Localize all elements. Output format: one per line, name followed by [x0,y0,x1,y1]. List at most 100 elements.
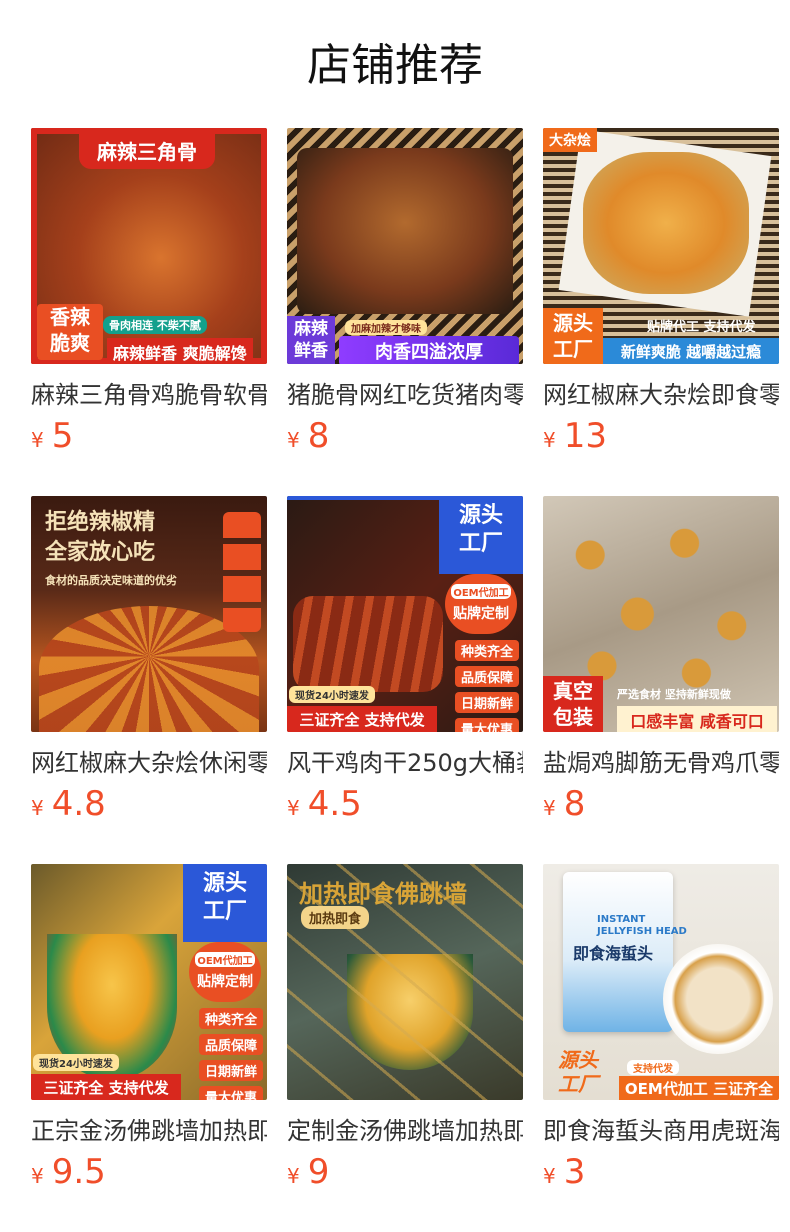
currency-symbol: ¥ [31,796,44,820]
page-title: 店铺推荐 [307,40,483,91]
overlay-sub2: 三证齐全 支持代发 [287,706,437,732]
feature-pill: 量大优惠 [199,1086,263,1100]
product-image[interactable]: 拒绝辣椒精 全家放心吃 食材的品质决定味道的优劣 [31,496,267,732]
oem-badge-top: OEM代加工 [195,952,255,967]
price-value: 3 [563,1152,586,1192]
product-price: ¥9 [287,1152,523,1198]
product-name[interactable]: 网红椒麻大杂烩即食零食 [543,380,779,410]
product-card[interactable]: INSTANT JELLYFISH HEAD 即食海蜇头 源头 工厂 支持代发 … [543,864,779,1232]
product-price: ¥13 [543,416,779,462]
feature-pill: 量大优惠 [455,718,519,732]
product-image[interactable]: 真空 包装 严选食材 坚持新鲜现做 口感丰富 咸香可口 [543,496,779,732]
overlay-sub1: 现货24小时速发 [33,1054,119,1071]
overlay-big-label: 源头 工厂 [543,308,603,364]
product-price: ¥8 [543,784,779,830]
product-price: ¥3 [543,1152,779,1198]
product-card[interactable]: 麻辣三角骨 香辣 脆爽 骨肉相连 不柴不腻 麻辣鲜香 爽脆解馋 麻辣三角骨鸡脆骨… [31,128,267,496]
price-value: 4.5 [307,784,362,824]
oem-badge-bottom: 贴牌定制 [453,606,509,622]
product-name[interactable]: 麻辣三角骨鸡脆骨软骨 [31,380,267,410]
overlay-sub2: 口感丰富 咸香可口 [617,706,777,732]
product-price: ¥5 [31,416,267,462]
overlay-big-label: 源头 工厂 [558,1048,598,1096]
product-card[interactable]: 真空 包装 严选食材 坚持新鲜现做 口感丰富 咸香可口 盐焗鸡脚筋无骨鸡爪零食 … [543,496,779,864]
product-price: ¥4.5 [287,784,523,830]
product-card[interactable]: 麻辣 鲜香 加麻加辣才够味 肉香四溢浓厚 猪脆骨网红吃货猪肉零食 ¥8 [287,128,523,496]
feature-pill: 日期新鲜 [455,692,519,713]
price-value: 8 [563,784,586,824]
overlay-sub1: 加热即食 [301,906,370,929]
product-card[interactable]: 源头 工厂 OEM代加工 贴牌定制 种类齐全 品质保障 日期新鲜 量大优惠 现货… [31,864,267,1232]
overlay-sub2: 新鲜爽脆 越嚼越过瘾 [603,338,779,364]
overlay-sub1: 骨肉相连 不柴不腻 [103,316,207,334]
product-price: ¥9.5 [31,1152,267,1198]
feature-pill: 品质保障 [199,1034,263,1055]
overlay-sub2: 三证齐全 支持代发 [31,1074,181,1100]
product-name[interactable]: 定制金汤佛跳墙加热即食 [287,1116,523,1146]
price-value: 5 [51,416,74,456]
currency-symbol: ¥ [31,1164,44,1188]
overlay-top-label: 拒绝辣椒精 全家放心吃 [45,510,156,565]
product-image[interactable]: 源头 工厂 OEM代加工 贴牌定制 种类齐全 品质保障 日期新鲜 量大优惠 现货… [31,864,267,1100]
feature-pills: 种类齐全 品质保障 日期新鲜 量大优惠 [199,1008,263,1100]
oem-badge-bottom: 贴牌定制 [197,974,253,990]
product-price: ¥8 [287,416,523,462]
oem-badge: OEM代加工 贴牌定制 [445,574,517,634]
product-image[interactable]: 大杂烩 源头 工厂 贴牌代工 支持代发 新鲜爽脆 越嚼越过瘾 [543,128,779,364]
price-value: 9 [307,1152,330,1192]
product-name[interactable]: 风干鸡肉干250g大桶装 [287,748,523,778]
overlay-top-label: 麻辣三角骨 [79,132,215,169]
overlay-top-label: 加热即食佛跳墙 [299,880,467,908]
overlay-sub1: 支持代发 [627,1060,679,1075]
product-card[interactable]: 拒绝辣椒精 全家放心吃 食材的品质决定味道的优劣 网红椒麻大杂烩休闲零食 ¥4.… [31,496,267,864]
badge-column [223,512,261,632]
currency-symbol: ¥ [543,428,556,452]
overlay-sub1: 现货24小时速发 [289,686,375,703]
product-image[interactable]: INSTANT JELLYFISH HEAD 即食海蜇头 源头 工厂 支持代发 … [543,864,779,1100]
currency-symbol: ¥ [543,1164,556,1188]
feature-pill: 品质保障 [455,666,519,687]
oem-badge-top: OEM代加工 [451,584,511,599]
product-name[interactable]: 盐焗鸡脚筋无骨鸡爪零食 [543,748,779,778]
product-name[interactable]: 猪脆骨网红吃货猪肉零食 [287,380,523,410]
overlay-sub1: 严选食材 坚持新鲜现做 [617,688,731,701]
currency-symbol: ¥ [287,1164,300,1188]
overlay-top-label: 源头 工厂 [183,864,267,942]
overlay-mid-label: 即食海蜇头 [573,944,654,963]
overlay-top-label: 源头 工厂 [439,496,523,574]
overlay-big-label: 真空 包装 [543,676,603,732]
price-value: 8 [307,416,330,456]
product-image[interactable]: 麻辣三角骨 香辣 脆爽 骨肉相连 不柴不腻 麻辣鲜香 爽脆解馋 [31,128,267,364]
overlay-top-label: INSTANT JELLYFISH HEAD [597,914,687,937]
feature-pills: 种类齐全 品质保障 日期新鲜 量大优惠 [455,640,519,732]
feature-pill: 种类齐全 [199,1008,263,1029]
feature-pill: 日期新鲜 [199,1060,263,1081]
overlay-sub2: 麻辣鲜香 爽脆解馋 [107,338,253,364]
product-name[interactable]: 即食海蜇头商用虎斑海蜇 [543,1116,779,1146]
overlay-sub2: 肉香四溢浓厚 [339,336,519,364]
overlay-big-label: 麻辣 鲜香 [287,316,335,364]
product-image[interactable]: 麻辣 鲜香 加麻加辣才够味 肉香四溢浓厚 [287,128,523,364]
overlay-sub1: 贴牌代工 支持代发 [647,320,756,335]
product-name[interactable]: 网红椒麻大杂烩休闲零食 [31,748,267,778]
product-image[interactable]: 源头 工厂 OEM代加工 贴牌定制 种类齐全 品质保障 日期新鲜 量大优惠 现货… [287,496,523,732]
price-value: 4.8 [51,784,106,824]
price-value: 13 [563,416,607,456]
product-card[interactable]: 源头 工厂 OEM代加工 贴牌定制 种类齐全 品质保障 日期新鲜 量大优惠 现货… [287,496,523,864]
product-grid: 麻辣三角骨 香辣 脆爽 骨肉相连 不柴不腻 麻辣鲜香 爽脆解馋 麻辣三角骨鸡脆骨… [31,128,779,1232]
product-price: ¥4.8 [31,784,267,830]
product-name[interactable]: 正宗金汤佛跳墙加热即食 [31,1116,267,1146]
overlay-sub1: 食材的品质决定味道的优劣 [45,574,177,587]
currency-symbol: ¥ [287,428,300,452]
product-card[interactable]: 大杂烩 源头 工厂 贴牌代工 支持代发 新鲜爽脆 越嚼越过瘾 网红椒麻大杂烩即食… [543,128,779,496]
feature-pill: 种类齐全 [455,640,519,661]
oem-badge: OEM代加工 贴牌定制 [189,942,261,1002]
product-card[interactable]: 加热即食佛跳墙 加热即食 定制金汤佛跳墙加热即食 ¥9 [287,864,523,1232]
product-image[interactable]: 加热即食佛跳墙 加热即食 [287,864,523,1100]
currency-symbol: ¥ [543,796,556,820]
currency-symbol: ¥ [287,796,300,820]
overlay-sub1: 加麻加辣才够味 [345,320,427,335]
price-value: 9.5 [51,1152,106,1192]
currency-symbol: ¥ [31,428,44,452]
overlay-top-label: 大杂烩 [543,128,597,152]
